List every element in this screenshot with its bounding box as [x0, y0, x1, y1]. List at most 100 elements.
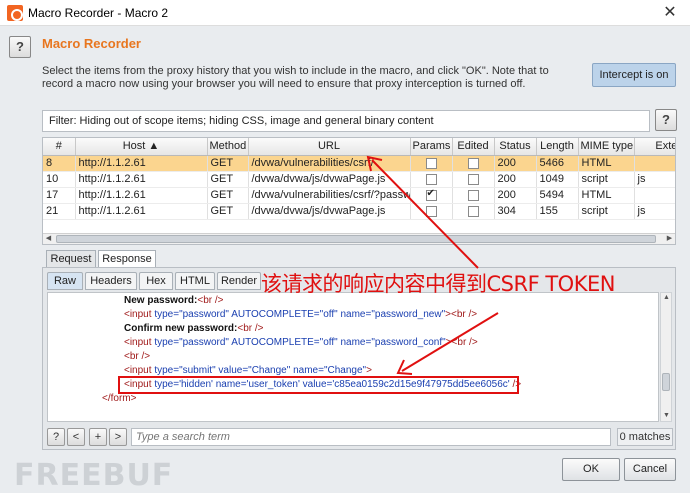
method-cell: GET	[207, 203, 249, 220]
params-checkbox[interactable]	[425, 188, 437, 201]
section-title: Macro Recorder	[42, 36, 141, 51]
edited-cell	[452, 203, 495, 220]
column-header[interactable]: #	[43, 138, 76, 156]
filter-help-button[interactable]: ?	[655, 109, 677, 131]
table-row[interactable]: 17 http://1.1.2.61 GET/dvwa/vulnerabilitie…	[43, 187, 675, 204]
edited-checkbox[interactable]	[467, 189, 479, 201]
scroll-left-icon[interactable]: ◀	[43, 234, 54, 244]
mime-cell: HTML	[578, 187, 635, 204]
code-line: Confirm new password:<br />	[124, 323, 264, 334]
ext-cell	[634, 187, 675, 204]
params-cell	[410, 155, 453, 172]
search-add-button[interactable]: +	[89, 428, 107, 446]
status-cell: 304	[494, 203, 537, 220]
ok-button[interactable]: OK	[562, 458, 620, 481]
edited-checkbox[interactable]	[467, 157, 479, 169]
method-cell: GET	[207, 171, 249, 188]
proxy-history-table: # Host ▲ Method URL Params Edited Status…	[42, 137, 676, 245]
params-cell	[410, 171, 453, 188]
table-row[interactable]: 8 http://1.1.2.61 GET/dvwa/vulnerabilities…	[43, 155, 675, 172]
window-title: Macro Recorder - Macro 2	[28, 6, 169, 20]
method-cell: GET	[207, 187, 249, 204]
host-cell: http://1.1.2.61	[75, 187, 208, 204]
annotation-text: 该请求的响应内容中得到CSRF TOKEN	[261, 272, 615, 296]
code-line: <input type="password" AUTOCOMPLETE="off…	[124, 337, 478, 348]
url-cell: /dvwa/dvwa/js/dvwaPage.js	[248, 203, 411, 220]
editor-vertical-scrollbar[interactable]: ▲ ▼	[660, 292, 672, 422]
scrollbar-thumb[interactable]	[662, 373, 670, 391]
column-header[interactable]: MIME type	[578, 138, 635, 156]
params-cell	[410, 203, 453, 220]
search-help-button[interactable]: ?	[47, 428, 65, 446]
column-header[interactable]: Length	[536, 138, 579, 156]
search-match-count: 0 matches	[617, 428, 673, 446]
column-header[interactable]: Edited	[452, 138, 495, 156]
intercept-toggle-button[interactable]: Intercept is on	[592, 63, 676, 87]
subtab-html[interactable]: HTML	[175, 272, 215, 290]
scroll-up-icon[interactable]: ▲	[661, 293, 672, 303]
table-row[interactable]: 21 http://1.1.2.61 GET/dvwa/dvwa/js/dvwaPa…	[43, 203, 675, 220]
table-horizontal-scrollbar[interactable]: ◀ ▶	[43, 233, 675, 244]
help-button[interactable]: ?	[9, 36, 31, 58]
num-cell: 17	[43, 187, 76, 204]
ext-cell: js	[634, 171, 675, 188]
search-next-button[interactable]: >	[109, 428, 127, 446]
window-titlebar: Macro Recorder - Macro 2 ✕	[0, 0, 690, 26]
column-header[interactable]: Extensio	[634, 138, 675, 156]
edited-checkbox[interactable]	[467, 205, 479, 217]
response-body-editor[interactable]: New password:<br /> <input type="passwor…	[47, 292, 659, 422]
length-cell: 5494	[536, 187, 579, 204]
column-header[interactable]: URL	[248, 138, 411, 156]
column-header[interactable]: Method	[207, 138, 249, 156]
num-cell: 10	[43, 171, 76, 188]
burp-logo-icon	[7, 5, 23, 21]
subtab-headers[interactable]: Headers	[85, 272, 137, 290]
params-cell	[410, 187, 453, 204]
search-bar: ? < + > 0 matches	[47, 428, 673, 448]
status-cell: 200	[494, 171, 537, 188]
scroll-down-icon[interactable]: ▼	[661, 411, 672, 421]
url-cell: /dvwa/vulnerabilities/csrf/?passwo...	[248, 187, 411, 204]
mime-cell: script	[578, 203, 635, 220]
num-cell: 8	[43, 155, 76, 172]
code-line: <input type="password" AUTOCOMPLETE="off…	[124, 309, 478, 320]
column-header-host-sorted[interactable]: Host ▲	[75, 138, 208, 156]
tab-request[interactable]: Request	[46, 250, 96, 268]
edited-cell	[452, 187, 495, 204]
column-header[interactable]: Params	[410, 138, 453, 156]
ext-cell: js	[634, 203, 675, 220]
column-header[interactable]: Status	[494, 138, 537, 156]
host-cell: http://1.1.2.61	[75, 203, 208, 220]
annotation-highlight-box	[118, 376, 519, 394]
url-cell: /dvwa/vulnerabilities/csrf/	[248, 155, 411, 172]
tab-response[interactable]: Response	[98, 250, 156, 268]
subtab-render[interactable]: Render	[217, 272, 261, 290]
method-cell: GET	[207, 155, 249, 172]
search-input[interactable]	[131, 428, 611, 446]
edited-cell	[452, 171, 495, 188]
length-cell: 155	[536, 203, 579, 220]
table-row[interactable]: 10 http://1.1.2.61 GET/dvwa/dvwa/js/dvwaPa…	[43, 171, 675, 188]
length-cell: 5466	[536, 155, 579, 172]
scrollbar-thumb[interactable]	[56, 235, 656, 243]
mime-cell: script	[578, 171, 635, 188]
params-checkbox[interactable]	[425, 173, 437, 185]
scroll-right-icon[interactable]: ▶	[664, 234, 675, 244]
subtab-raw[interactable]: Raw	[47, 272, 83, 290]
url-cell: /dvwa/dvwa/js/dvwaPage.js	[248, 171, 411, 188]
params-checkbox[interactable]	[425, 157, 437, 169]
mime-cell: HTML	[578, 155, 635, 172]
table-header-row: # Host ▲ Method URL Params Edited Status…	[43, 138, 675, 156]
search-previous-button[interactable]: <	[67, 428, 85, 446]
cancel-button[interactable]: Cancel	[624, 458, 676, 481]
status-cell: 200	[494, 187, 537, 204]
num-cell: 21	[43, 203, 76, 220]
freebuf-watermark: FREEBUF	[14, 458, 174, 493]
instructions-text: Select the items from the proxy history …	[42, 65, 549, 90]
edited-checkbox[interactable]	[467, 173, 479, 185]
subtab-hex[interactable]: Hex	[139, 272, 173, 290]
params-checkbox[interactable]	[425, 205, 437, 217]
window-close-button[interactable]: ✕	[650, 0, 690, 26]
filter-bar[interactable]: Filter: Hiding out of scope items; hidin…	[42, 110, 650, 132]
status-cell: 200	[494, 155, 537, 172]
